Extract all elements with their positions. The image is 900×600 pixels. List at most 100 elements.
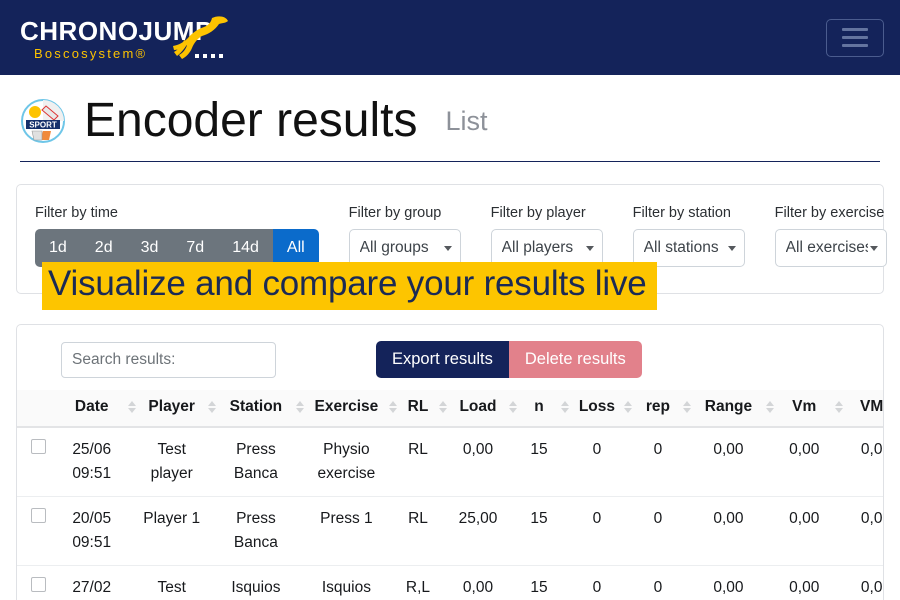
column-header-rl[interactable]: RL	[400, 390, 436, 428]
sort-toggle-loss[interactable]	[621, 390, 636, 428]
column-header-station[interactable]: Station	[219, 390, 293, 428]
sort-icon	[206, 401, 217, 413]
column-header-n[interactable]: n	[520, 390, 558, 428]
sort-toggle-station[interactable]	[292, 390, 308, 428]
column-header-vm[interactable]: Vm	[776, 390, 832, 428]
cell-vM[interactable]: 0,0	[846, 427, 883, 497]
filter-player-label: Filter by player	[490, 205, 586, 221]
cell-station: Isquios	[219, 565, 293, 600]
cell-rep[interactable]: 0	[635, 496, 681, 566]
row-checkbox-cell[interactable]	[17, 565, 60, 600]
cell-loss: 0	[572, 427, 622, 497]
results-table-body: 25/06 09:51 Test player Press Banca Phys…	[17, 427, 883, 600]
sort-toggle-range[interactable]	[762, 390, 777, 428]
cell-vm[interactable]: 0,00	[776, 427, 832, 497]
results-table-scroll[interactable]: Date Player Station Exercise RL Load n L…	[17, 390, 883, 600]
kangaroo-icon	[152, 12, 230, 67]
table-header-row: Date Player Station Exercise RL Load n L…	[17, 390, 883, 428]
sort-icon	[507, 401, 518, 413]
cell-range[interactable]: 0,00	[694, 427, 763, 497]
column-header-range[interactable]: Range	[694, 390, 763, 428]
sort-toggle-rl[interactable]	[435, 390, 451, 428]
select-all-header	[17, 390, 60, 428]
table-row: 27/02 Test Isquios Isquios R,L 0,00 15 0…	[17, 565, 883, 600]
hamburger-bar-1	[842, 28, 868, 31]
cell-vm[interactable]: 0,00	[776, 496, 832, 566]
top-navbar: CHRONOJUMP Boscosystem®	[0, 0, 900, 75]
filter-by-exercise: Filter by exercise All exercises	[774, 205, 887, 267]
column-header-vM[interactable]: VM	[846, 390, 883, 428]
cell-rl: R,L	[400, 565, 436, 600]
filter-by-station: Filter by station All stations	[632, 205, 745, 267]
column-header-exercise[interactable]: Exercise	[307, 390, 386, 428]
cell-rl: RL	[400, 496, 436, 566]
row-checkbox-cell[interactable]	[17, 496, 60, 566]
brand-logo[interactable]: CHRONOJUMP Boscosystem®	[20, 10, 228, 66]
cell-n: 15	[520, 565, 558, 600]
column-header-rep[interactable]: rep	[635, 390, 681, 428]
sort-toggle-n[interactable]	[557, 390, 573, 428]
export-results-button[interactable]: Export results	[376, 341, 509, 378]
delete-results-button[interactable]: Delete results	[508, 341, 642, 378]
cell-player: Player 1	[139, 496, 205, 566]
cell-rl: RL	[400, 427, 436, 497]
chevron-down-icon	[443, 245, 452, 251]
chevron-down-icon	[727, 245, 736, 251]
row-checkbox[interactable]	[30, 577, 46, 592]
cell-rep[interactable]: 0	[635, 427, 681, 497]
filter-exercise-label: Filter by exercise	[774, 205, 885, 221]
cell-loss: 0	[572, 565, 622, 600]
svg-text:SPORT: SPORT	[29, 121, 57, 130]
sort-toggle-player[interactable]	[204, 390, 220, 428]
cell-vm[interactable]: 0,00	[776, 565, 832, 600]
sort-icon	[764, 401, 775, 413]
cell-range[interactable]: 0,00	[694, 565, 763, 600]
hamburger-menu-button[interactable]	[826, 18, 884, 57]
group-select-value: All groups	[359, 239, 429, 256]
cell-vM[interactable]: 0,0	[846, 496, 883, 566]
cell-station: Press Banca	[219, 496, 293, 566]
sort-icon	[295, 401, 306, 413]
header-divider	[20, 161, 880, 162]
cell-date: 20/05 09:51	[59, 496, 125, 566]
column-header-load[interactable]: Load	[450, 390, 506, 428]
cell-range[interactable]: 0,00	[694, 496, 763, 566]
filter-time-label: Filter by time	[35, 205, 118, 221]
station-select-value: All stations	[643, 239, 719, 256]
sort-icon	[438, 401, 449, 413]
cell-n: 15	[520, 496, 558, 566]
filter-by-time: Filter by time 1d 2d 3d 7d 14d All	[35, 205, 319, 267]
sort-toggle-vm[interactable]	[831, 390, 847, 428]
sport-badge-icon: SPORT	[20, 98, 66, 144]
cell-player: Test player	[139, 427, 205, 497]
sort-toggle-rep[interactable]	[680, 390, 695, 428]
exercise-select[interactable]: All exercises	[774, 229, 887, 267]
column-header-date[interactable]: Date	[59, 390, 125, 428]
search-input[interactable]	[61, 341, 276, 378]
hamburger-bar-3	[842, 44, 868, 47]
sort-toggle-date[interactable]	[124, 390, 140, 428]
sort-toggle-load[interactable]	[505, 390, 521, 428]
cell-exercise: Press 1	[307, 496, 386, 566]
cell-exercise: Physio exercise	[307, 427, 386, 497]
cell-load: 0,00	[450, 427, 506, 497]
row-checkbox[interactable]	[30, 508, 46, 523]
results-panel: Export results Delete results Date	[16, 324, 884, 600]
cell-date: 27/02	[59, 565, 125, 600]
cell-player: Test	[139, 565, 205, 600]
cell-vM[interactable]: 0,0	[846, 565, 883, 600]
chevron-down-icon	[869, 245, 878, 251]
cell-load: 0,00	[450, 565, 506, 600]
row-checkbox-cell[interactable]	[17, 427, 60, 497]
filter-by-group: Filter by group All groups	[348, 205, 461, 267]
sort-icon	[623, 401, 634, 413]
sort-toggle-exercise[interactable]	[385, 390, 401, 428]
cell-date: 25/06 09:51	[59, 427, 125, 497]
column-header-player[interactable]: Player	[139, 390, 205, 428]
row-checkbox[interactable]	[30, 439, 46, 454]
sort-icon	[560, 401, 571, 413]
promo-banner: Visualize and compare your results live	[42, 262, 657, 310]
cell-rep[interactable]: 0	[635, 565, 681, 600]
column-header-loss[interactable]: Loss	[572, 390, 622, 428]
results-action-group: Export results Delete results	[376, 341, 642, 378]
